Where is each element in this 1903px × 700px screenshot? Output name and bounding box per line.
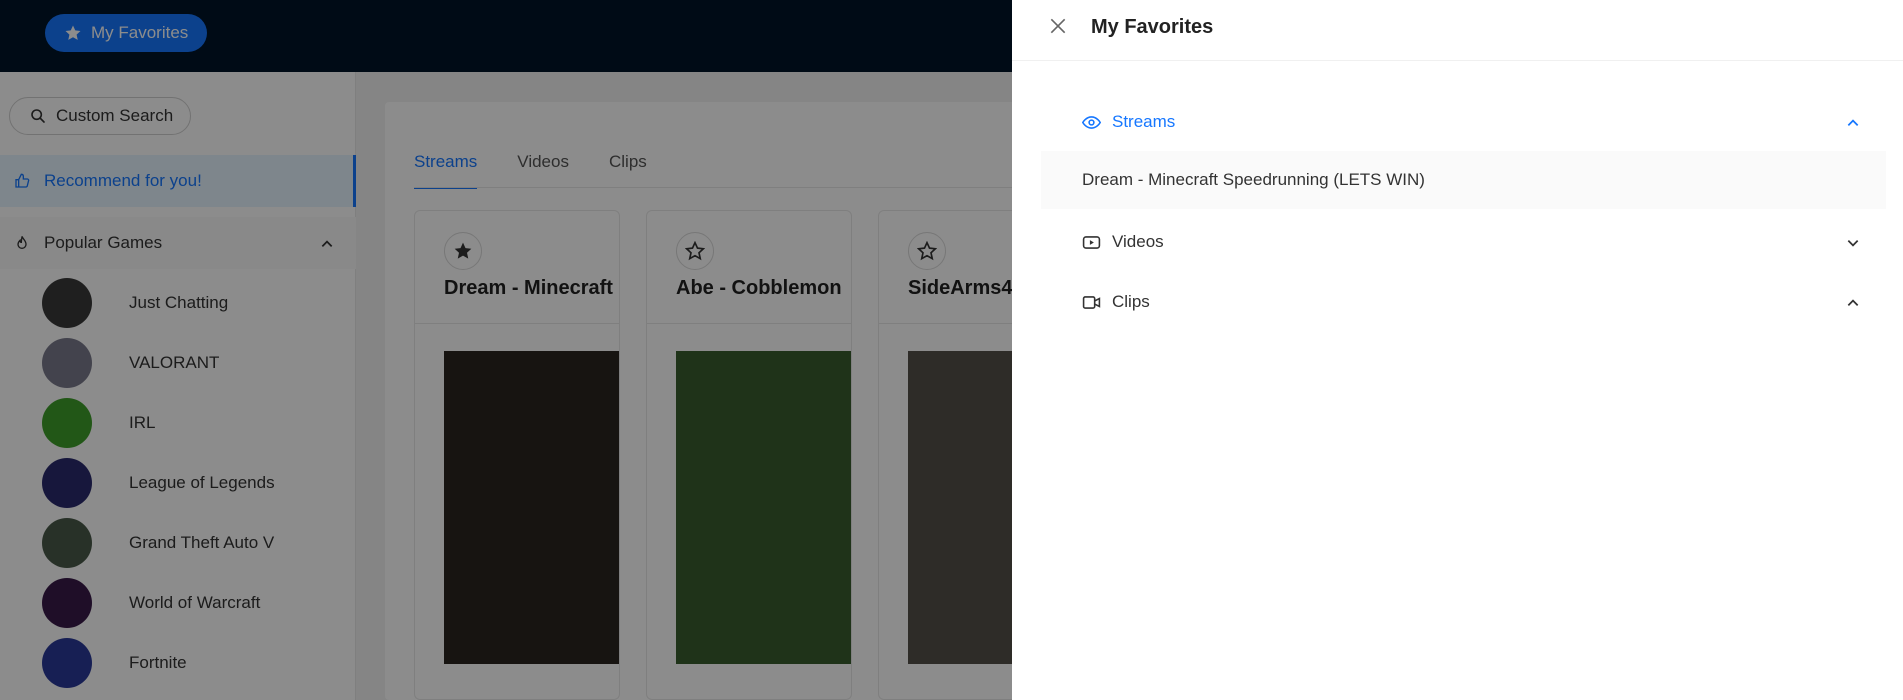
collapse-header-clips[interactable]: Clips	[1041, 273, 1881, 331]
video-camera-icon	[1082, 296, 1101, 309]
collapse-header-streams[interactable]: Streams	[1041, 93, 1881, 151]
chevron-up-icon	[1847, 299, 1859, 306]
favorites-drawer: My Favorites Streams Dream - Minecraft S…	[1012, 0, 1903, 700]
chevron-up-icon	[1847, 119, 1859, 126]
eye-icon	[1082, 116, 1101, 129]
collapse-header-videos[interactable]: Videos	[1041, 213, 1881, 271]
close-icon[interactable]	[1048, 16, 1068, 36]
drawer-header: My Favorites	[1012, 0, 1903, 61]
video-play-icon	[1082, 236, 1101, 249]
chevron-down-icon	[1847, 240, 1859, 247]
collapse-label-streams: Streams	[1112, 112, 1176, 131]
collapse-label-clips: Clips	[1112, 292, 1150, 311]
drawer-title: My Favorites	[1091, 16, 1214, 38]
collapse-label-videos: Videos	[1112, 232, 1164, 251]
favorite-stream-item[interactable]: Dream - Minecraft Speedrunning (LETS WIN…	[1041, 151, 1886, 209]
